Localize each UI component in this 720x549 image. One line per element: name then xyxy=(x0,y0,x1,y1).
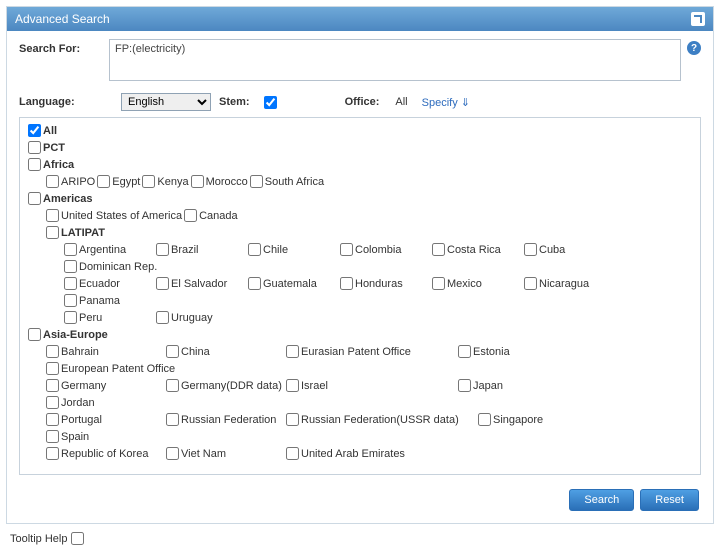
checkbox-jordan[interactable]: Jordan xyxy=(46,396,216,409)
checkbox-panama[interactable]: Panama xyxy=(64,294,182,307)
search-row: Search For: ? xyxy=(19,39,701,81)
checkbox-guatemala[interactable]: Guatemala xyxy=(248,277,338,290)
checkbox-egypt[interactable]: Egypt xyxy=(97,175,140,188)
checkbox-israel[interactable]: Israel xyxy=(286,379,456,392)
checkbox-africa[interactable]: Africa xyxy=(28,158,74,171)
checkbox-morocco[interactable]: Morocco xyxy=(191,175,248,188)
latipat-row-2: Peru Uruguay xyxy=(64,311,692,328)
tooltip-help-checkbox[interactable] xyxy=(71,532,84,545)
checkbox-russia-ussr[interactable]: Russian Federation(USSR data) xyxy=(286,413,476,426)
checkbox-ecuador[interactable]: Ecuador xyxy=(64,277,154,290)
checkbox-brazil[interactable]: Brazil xyxy=(156,243,246,256)
checkbox-epo[interactable]: European Patent Office xyxy=(46,362,216,375)
checkbox-colombia[interactable]: Colombia xyxy=(340,243,430,256)
checkbox-americas[interactable]: Americas xyxy=(28,192,93,205)
language-label: Language: xyxy=(19,96,109,108)
checkbox-mexico[interactable]: Mexico xyxy=(432,277,522,290)
tooltip-help-label: Tooltip Help xyxy=(10,533,67,545)
checkbox-bahrain[interactable]: Bahrain xyxy=(46,345,164,358)
checkbox-spain[interactable]: Spain xyxy=(46,430,216,443)
popout-icon[interactable] xyxy=(691,12,705,26)
checkbox-germany[interactable]: Germany xyxy=(46,379,164,392)
search-input[interactable] xyxy=(109,39,681,81)
africa-items: ARIPO Egypt Kenya Morocco South Africa xyxy=(46,175,692,192)
checkbox-usa[interactable]: United States of America xyxy=(46,209,182,222)
help-icon[interactable]: ? xyxy=(687,41,701,55)
asia-row-1: Germany Germany(DDR data) Israel Japan J… xyxy=(46,379,692,413)
checkbox-pct[interactable]: PCT xyxy=(28,141,65,154)
checkbox-argentina[interactable]: Argentina xyxy=(64,243,154,256)
checkbox-uruguay[interactable]: Uruguay xyxy=(156,311,246,324)
checkbox-portugal[interactable]: Portugal xyxy=(46,413,164,426)
button-row: Search Reset xyxy=(19,485,701,519)
stem-checkbox[interactable] xyxy=(264,96,277,109)
checkbox-uae[interactable]: United Arab Emirates xyxy=(286,447,456,460)
reset-button[interactable]: Reset xyxy=(640,489,699,511)
asia-row-3: Republic of Korea Viet Nam United Arab E… xyxy=(46,447,692,464)
latipat-row-1: Ecuador El Salvador Guatemala Honduras M… xyxy=(64,277,692,311)
options-row: Language: English Stem: Office: All Spec… xyxy=(19,93,701,111)
checkbox-eapo[interactable]: Eurasian Patent Office xyxy=(286,345,456,358)
panel-header: Advanced Search xyxy=(7,7,713,31)
checkbox-chile[interactable]: Chile xyxy=(248,243,338,256)
checkbox-canada[interactable]: Canada xyxy=(184,209,238,222)
office-label: Office: xyxy=(345,96,380,108)
checkbox-latipat[interactable]: LATIPAT xyxy=(46,226,105,239)
checkbox-vietnam[interactable]: Viet Nam xyxy=(166,447,284,460)
advanced-search-panel: Advanced Search Search For: ? Language: … xyxy=(6,6,714,524)
asia-row-0: Bahrain China Eurasian Patent Office Est… xyxy=(46,345,692,379)
checkbox-korea[interactable]: Republic of Korea xyxy=(46,447,164,460)
form-area: Search For: ? Language: English Stem: Of… xyxy=(7,31,713,523)
language-select[interactable]: English xyxy=(121,93,211,111)
checkbox-nicaragua[interactable]: Nicaragua xyxy=(524,277,614,290)
checkbox-cuba[interactable]: Cuba xyxy=(524,243,614,256)
checkbox-china[interactable]: China xyxy=(166,345,284,358)
search-label: Search For: xyxy=(19,39,109,55)
office-value: All xyxy=(395,96,407,108)
search-button[interactable]: Search xyxy=(569,489,634,511)
panel-title: Advanced Search xyxy=(15,12,110,26)
checkbox-aripo[interactable]: ARIPO xyxy=(46,175,95,188)
office-box: All PCT Africa ARIPO Egypt Kenya Morocco… xyxy=(19,117,701,475)
checkbox-estonia[interactable]: Estonia xyxy=(458,345,548,358)
checkbox-kenya[interactable]: Kenya xyxy=(142,175,188,188)
latipat-row-0: Argentina Brazil Chile Colombia Costa Ri… xyxy=(64,243,692,277)
checkbox-asia-europe[interactable]: Asia-Europe xyxy=(28,328,108,341)
checkbox-all[interactable]: All xyxy=(28,124,57,137)
checkbox-russia[interactable]: Russian Federation xyxy=(166,413,284,426)
stem-label: Stem: xyxy=(219,96,250,108)
checkbox-singapore[interactable]: Singapore xyxy=(478,413,548,426)
checkbox-japan[interactable]: Japan xyxy=(458,379,548,392)
asia-row-2: Portugal Russian Federation Russian Fede… xyxy=(46,413,692,447)
checkbox-honduras[interactable]: Honduras xyxy=(340,277,430,290)
checkbox-south-africa[interactable]: South Africa xyxy=(250,175,324,188)
checkbox-dominican[interactable]: Dominican Rep. xyxy=(64,260,182,273)
checkbox-costa-rica[interactable]: Costa Rica xyxy=(432,243,522,256)
checkbox-germany-ddr[interactable]: Germany(DDR data) xyxy=(166,379,284,392)
specify-link[interactable]: Specify ⇓ xyxy=(422,96,470,109)
checkbox-peru[interactable]: Peru xyxy=(64,311,154,324)
checkbox-el-salvador[interactable]: El Salvador xyxy=(156,277,246,290)
americas-top: United States of America Canada xyxy=(46,209,692,226)
